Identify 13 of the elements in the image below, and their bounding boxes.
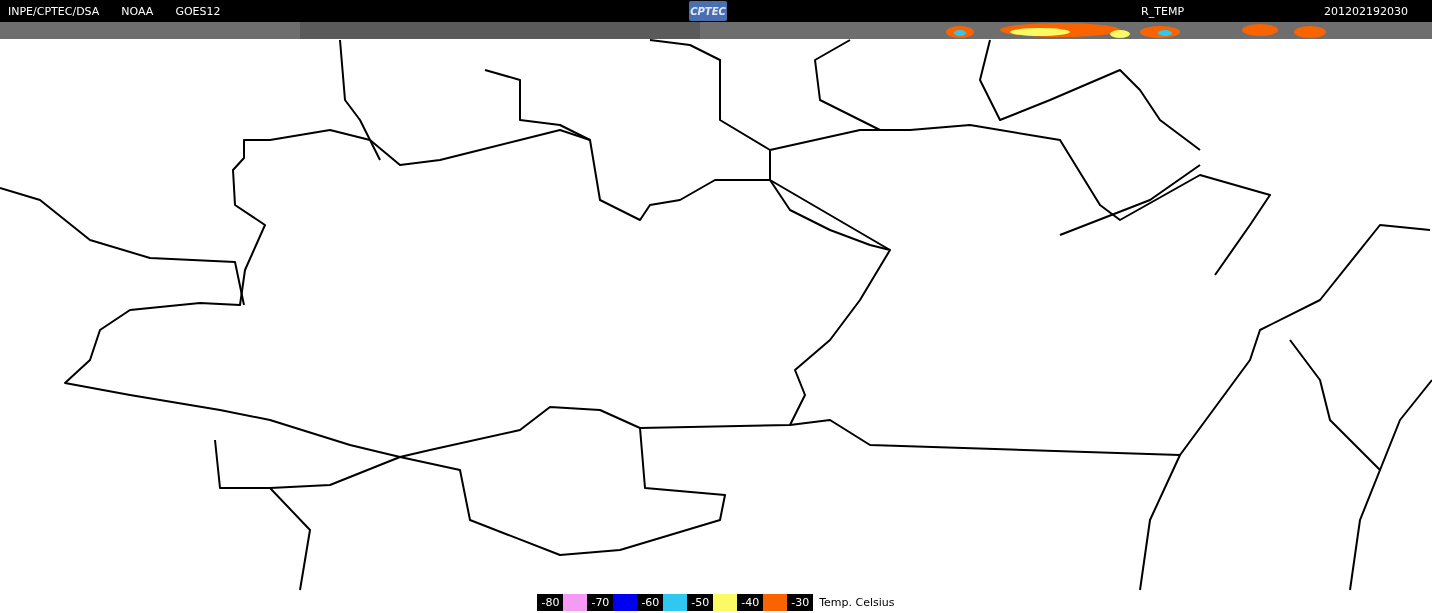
legend-unit: Temp. Celsius [818, 595, 895, 609]
logo-badge: CPTEC [689, 1, 727, 21]
product-name: R_TEMP [1141, 4, 1184, 18]
legend-value: -30 [787, 593, 814, 611]
header-label: NOAA [121, 4, 154, 18]
header-label: GOES12 [175, 4, 221, 18]
header-label: INPE/CPTEC/DSA [8, 4, 100, 18]
legend-value: -60 [637, 593, 664, 611]
legend-value: -80 [537, 593, 564, 611]
legend-value: -50 [687, 593, 714, 611]
legend-value: -70 [587, 593, 614, 611]
timestamp: 201202192030 [1324, 4, 1408, 18]
legend-value: -40 [737, 593, 764, 611]
